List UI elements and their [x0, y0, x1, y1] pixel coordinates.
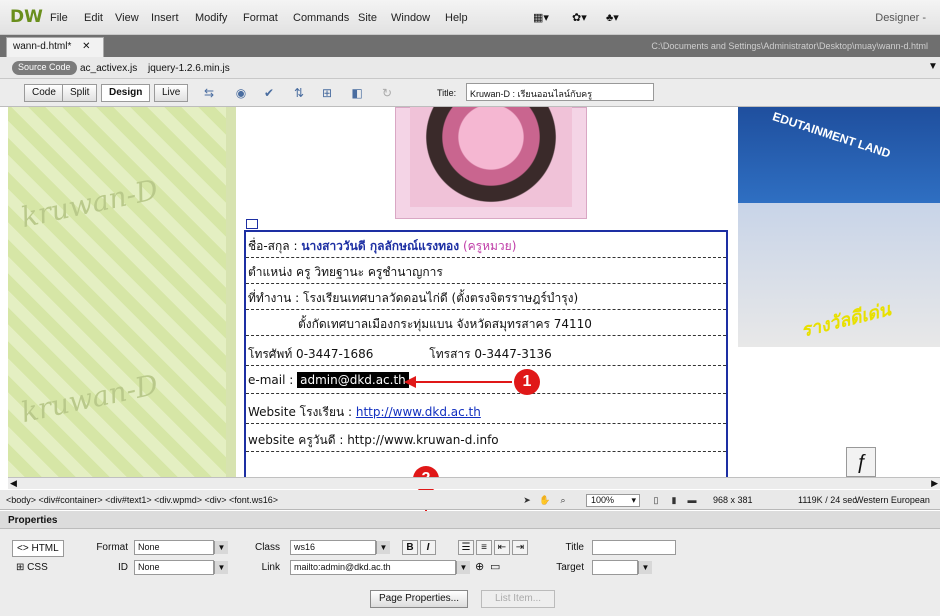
page-properties-button[interactable]: Page Properties... [370, 590, 468, 608]
scroll-right-icon[interactable]: ▶ [931, 478, 938, 489]
target-dropdown-icon[interactable]: ▼ [638, 561, 652, 574]
outdent-icon[interactable]: ⇤ [494, 540, 510, 555]
format-label: Format [96, 542, 128, 553]
window-size[interactable]: 968 x 381 [713, 495, 753, 505]
unordered-list-icon[interactable]: ☰ [458, 540, 474, 555]
horizontal-scrollbar[interactable]: ◀ ▶ [8, 477, 940, 489]
html-tab[interactable]: <> HTML [12, 540, 64, 557]
id-select[interactable]: None [134, 560, 214, 575]
bold-button[interactable]: B [402, 540, 418, 555]
title-field-input[interactable] [592, 540, 676, 555]
id-label: ID [118, 562, 128, 573]
zoom-value: 100% [591, 495, 615, 505]
scroll-left-icon[interactable]: ◀ [10, 478, 17, 489]
select-tool-icon[interactable]: ➤ [521, 494, 533, 506]
format-select[interactable]: None [134, 540, 214, 555]
browse-folder-icon[interactable]: ▭ [490, 560, 500, 573]
zoom-tool-icon[interactable]: ⌕ [557, 494, 569, 506]
class-dropdown-icon[interactable]: ▼ [376, 541, 390, 554]
css-tab-label: CSS [27, 562, 48, 573]
arrow-1-head [404, 376, 416, 388]
indent-icon[interactable]: ⇥ [512, 540, 528, 555]
download-size: 1119K / 24 sec [798, 495, 857, 505]
zoom-select[interactable]: 100% ▾ [586, 494, 640, 507]
class-label: Class [254, 542, 280, 553]
css-tab[interactable]: ⊞ CSS [12, 560, 52, 575]
tag-selector[interactable]: <body> <div#container> <div#text1> <div.… [6, 495, 278, 505]
target-label: Target [556, 562, 584, 573]
chevron-down-icon: ▾ [631, 495, 636, 505]
html-tab-label: HTML [31, 543, 59, 554]
ordered-list-icon[interactable]: ≡ [476, 540, 492, 555]
tablet-size-icon[interactable]: ▮ [668, 494, 680, 506]
point-to-file-icon[interactable]: ⊕ [475, 560, 484, 573]
desktop-size-icon[interactable]: ▬ [686, 494, 698, 506]
italic-button[interactable]: I [420, 540, 436, 555]
id-dropdown-icon[interactable]: ▼ [214, 561, 228, 574]
format-dropdown-icon[interactable]: ▼ [214, 541, 228, 554]
annotation-badge-1: 1 [514, 369, 540, 395]
link-input[interactable]: mailto:admin@dkd.ac.th [290, 560, 456, 575]
class-select[interactable]: ws16 [290, 540, 376, 555]
properties-header[interactable]: Properties [0, 511, 940, 529]
css-icon: ⊞ [16, 562, 25, 573]
target-select[interactable] [592, 560, 638, 575]
html-icon: <> [17, 543, 29, 554]
hand-tool-icon[interactable]: ✋ [539, 494, 551, 506]
link-dropdown-icon[interactable]: ▼ [456, 561, 470, 574]
mobile-size-icon[interactable]: ▯ [650, 494, 662, 506]
encoding: Western European [855, 495, 930, 505]
list-item-button[interactable]: List Item... [481, 590, 555, 608]
link-label: Link [261, 562, 280, 573]
title-field-label: Title [565, 542, 584, 553]
